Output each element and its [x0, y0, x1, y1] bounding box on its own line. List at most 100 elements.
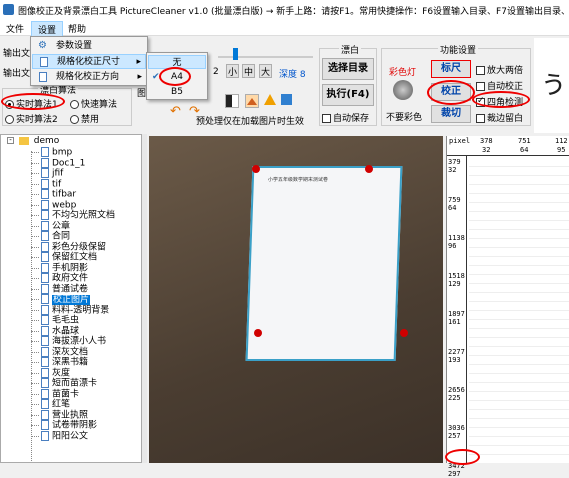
tree-item-label: webp [52, 200, 77, 210]
tree-item[interactable]: 阳阳公文 [1, 430, 141, 441]
tree-item[interactable]: Doc1_1 [1, 157, 141, 168]
enlarge-label: 放大两倍 [487, 66, 524, 76]
size-submenu: 无 ✔ A4 B5 [146, 52, 208, 100]
file-icon [41, 357, 49, 367]
cut-button[interactable]: 裁切 [431, 105, 471, 123]
tree-item[interactable]: 毛毛虫 [1, 315, 141, 326]
file-icon [41, 325, 49, 336]
tree-item[interactable]: 营业执照 [1, 409, 141, 420]
file-icon [41, 304, 49, 315]
large-button[interactable]: 大 [259, 64, 272, 78]
menu-help[interactable]: 帮助 [68, 22, 86, 35]
size-option-b5[interactable]: B5 [148, 85, 206, 99]
top-preview: ぅ [534, 38, 569, 133]
tree-item[interactable]: 合同 [1, 231, 141, 242]
four-corner-highlight [472, 91, 530, 108]
tree-item[interactable]: 试卷带阴影 [1, 420, 141, 431]
ruler-left-label: 2277 193 [448, 348, 465, 364]
file-icon [41, 294, 49, 304]
tree-item[interactable]: 公章 [1, 220, 141, 231]
params-label: 参数设置 [56, 41, 93, 51]
disable-label: 禁用 [81, 115, 100, 125]
tree-scrollbar[interactable] [142, 134, 147, 463]
undo-icon[interactable]: ↶ [170, 104, 181, 119]
tree-item[interactable]: bmp [1, 147, 141, 158]
realtime2-radio[interactable]: 实时算法2 [5, 112, 58, 125]
no-color-label[interactable]: 不要彩色 [386, 110, 422, 123]
fast-radio[interactable]: 快速算法 [70, 97, 117, 110]
ruler-button[interactable]: 标尺 [431, 60, 471, 78]
cut-label: 裁切 [441, 108, 461, 119]
tree-item[interactable]: 手机阴影 [1, 262, 141, 273]
corner-marker-br[interactable] [400, 329, 408, 337]
cube-icon[interactable] [281, 94, 292, 105]
tree-item[interactable]: 短而苗漂卡 [1, 378, 141, 389]
tree-item-label: 苗菌卡 [52, 389, 80, 399]
tree-item[interactable]: 彩色分级保留 [1, 241, 141, 252]
corner-marker-tl[interactable] [252, 165, 260, 173]
crop-margin-checkbox[interactable]: 裁边留白 [476, 111, 523, 124]
tree-item-label: bmp [52, 147, 73, 158]
file-icon [41, 388, 49, 399]
image-button[interactable] [245, 94, 259, 108]
tree-item-label: 短而苗漂卡 [52, 378, 98, 389]
menu-item-params[interactable]: ⚙ 参数设置 [32, 39, 146, 53]
tree-item[interactable]: tif [1, 178, 141, 189]
tree-item[interactable]: 普通试卷 [1, 283, 141, 294]
direction-label: 规格化校正方向 [56, 72, 120, 82]
ruler-left-label: 759 64 [448, 196, 461, 212]
file-icon [41, 231, 49, 241]
small-button[interactable]: 小 [226, 64, 239, 78]
disable-dot [70, 115, 79, 124]
corner-marker-bl[interactable] [254, 329, 262, 337]
tree-item[interactable]: 保留红文档 [1, 252, 141, 263]
tree-item[interactable]: 苗菌卡 [1, 388, 141, 399]
tree-item[interactable]: 校正图片 [1, 294, 141, 305]
color-lamp-label[interactable]: 彩色灯 [389, 65, 416, 78]
tree-item-label: 校正图片 [52, 294, 91, 305]
corner-marker-tr[interactable] [365, 165, 373, 173]
submenu-arrow-icon-2: ▸ [137, 72, 142, 82]
realtime1-highlight [1, 93, 65, 110]
tree-item[interactable]: jfif [1, 168, 141, 179]
tree-item-label: 合同 [52, 231, 71, 242]
file-tree[interactable]: - demo bmp Doc1_1 jfif tif tifbar webp 不均匀光照文档… [0, 134, 142, 463]
file-icon [41, 168, 49, 178]
tree-items: bmp Doc1_1 jfif tif tifbar webp 不均匀光照文档 公章 合同 彩色分… [1, 147, 141, 441]
tree-item[interactable]: 不均匀光照文档 [1, 210, 141, 221]
tree-item[interactable]: 水晶球 [1, 325, 141, 336]
menu-item-size[interactable]: 规格化校正尺寸 ▸ [32, 54, 146, 69]
tree-item-label: 试卷带阴影 [52, 420, 98, 431]
warning-icon[interactable] [264, 94, 276, 105]
file-icon [41, 336, 49, 346]
image-viewer[interactable]: 小学五年级数学期末测试卷 [149, 136, 443, 463]
tree-item-label: 营业执照 [52, 410, 89, 420]
run-button[interactable]: 执行(F4) [322, 84, 374, 106]
menu-file[interactable]: 文件 [6, 22, 24, 35]
collapse-icon[interactable]: - [7, 137, 14, 144]
disable-radio[interactable]: 禁用 [70, 112, 99, 125]
mid-button[interactable]: 中 [242, 64, 255, 78]
tree-item[interactable]: 海拔漂小人书 [1, 336, 141, 347]
tree-item[interactable]: 灰度 [1, 367, 141, 378]
slider-thumb[interactable] [233, 48, 238, 60]
tree-item[interactable]: 政府文件 [1, 273, 141, 284]
tree-root[interactable]: - demo [1, 135, 141, 147]
size-b5-label: B5 [171, 87, 183, 97]
contrast-button[interactable] [225, 94, 239, 108]
gear-icon: ⚙ [38, 40, 47, 51]
select-dir-button[interactable]: 选择目录 [322, 58, 374, 80]
ruler-top-u3: 95 [557, 146, 566, 154]
enlarge-checkbox[interactable]: 放大两倍 [476, 63, 523, 76]
tree-item[interactable]: tifbar [1, 189, 141, 200]
tree-item[interactable]: 深黑书籍 [1, 357, 141, 368]
tree-item[interactable]: 料料-透明背景 [1, 304, 141, 315]
tree-item[interactable]: 深灰文档 [1, 346, 141, 357]
window-title: 图像校正及背景漂白工具 PictureCleaner v1.0 (批量漂白版) … [18, 7, 569, 17]
autosave-checkbox[interactable]: 自动保存 [322, 111, 369, 124]
document-page: 小学五年级数学期末测试卷 [245, 166, 403, 361]
app-icon [3, 4, 14, 15]
tree-item[interactable]: webp [1, 199, 141, 210]
menu-item-direction[interactable]: 规格化校正方向 ▸ [32, 70, 146, 85]
tree-item[interactable]: 红笔 [1, 399, 141, 410]
